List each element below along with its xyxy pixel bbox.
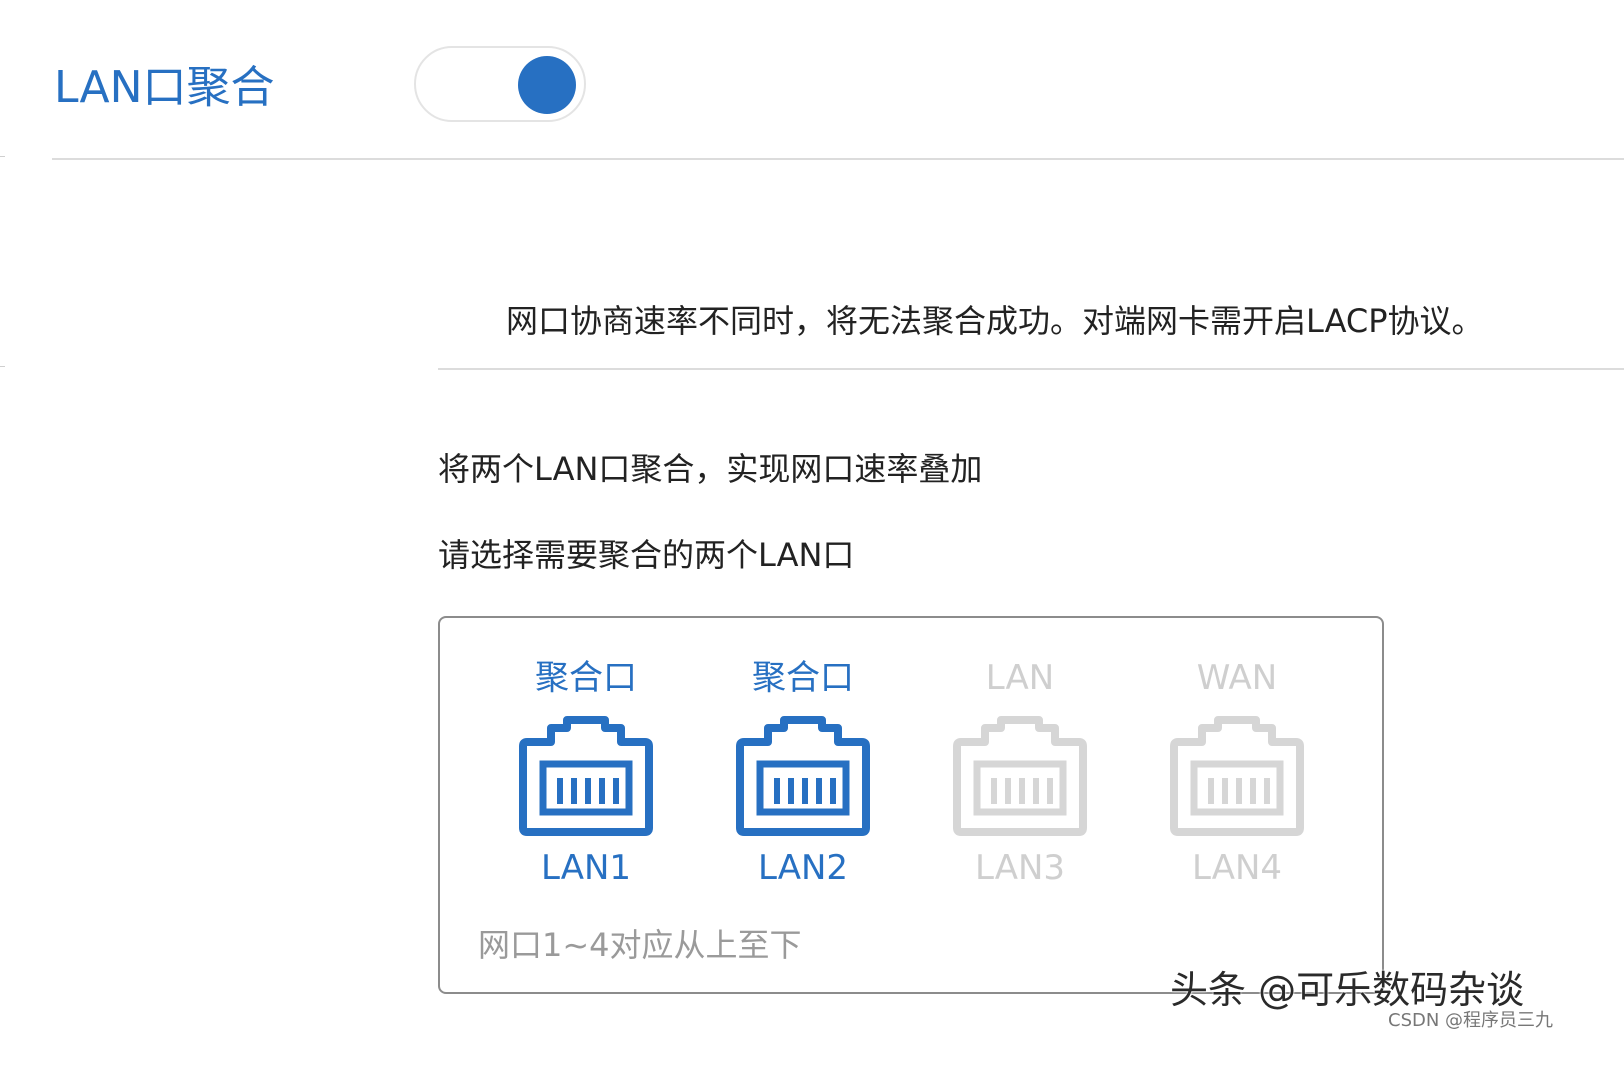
port-lan1[interactable]: 聚合口 LAN1 <box>486 654 686 894</box>
toggle-knob <box>518 56 576 114</box>
port-role-label: 聚合口 <box>752 658 854 698</box>
left-edge-tick <box>0 366 5 367</box>
aggregation-prompt: 请选择需要聚合的两个LAN口 <box>438 536 855 574</box>
port-lan2[interactable]: 聚合口 LAN2 <box>703 654 903 894</box>
port-role-label: 聚合口 <box>535 658 637 698</box>
port-order-note: 网口1~4对应从上至下 <box>478 926 802 964</box>
port-name: LAN4 <box>1191 848 1283 888</box>
notice-divider <box>438 368 1624 370</box>
page-title: LAN口聚合 <box>54 62 275 113</box>
port-name: LAN1 <box>540 848 632 888</box>
port-lan3[interactable]: LAN LAN3 <box>920 654 1120 894</box>
aggregation-description: 将两个LAN口聚合，实现网口速率叠加 <box>438 450 983 488</box>
port-name: LAN2 <box>757 848 849 888</box>
notice-text: 网口协商速率不同时，将无法聚合成功。对端网卡需开启LACP协议。 <box>506 302 1484 340</box>
ethernet-port-icon <box>953 716 1087 836</box>
port-name: LAN3 <box>974 848 1066 888</box>
lan-aggregation-toggle[interactable] <box>414 46 586 122</box>
left-edge-tick <box>0 156 5 157</box>
port-selection-panel: 聚合口 LAN1 聚合口 LAN2 LAN LAN3 WAN LAN4 网口1~… <box>438 616 1384 994</box>
header-divider <box>52 158 1624 160</box>
watermark-csdn: CSDN @程序员三九 <box>1388 1010 1554 1031</box>
port-lan4[interactable]: WAN LAN4 <box>1137 654 1337 894</box>
ethernet-port-icon <box>736 716 870 836</box>
port-role-label: WAN <box>1196 658 1278 698</box>
ethernet-port-icon <box>1170 716 1304 836</box>
port-role-label: LAN <box>985 658 1055 698</box>
ethernet-port-icon <box>519 716 653 836</box>
